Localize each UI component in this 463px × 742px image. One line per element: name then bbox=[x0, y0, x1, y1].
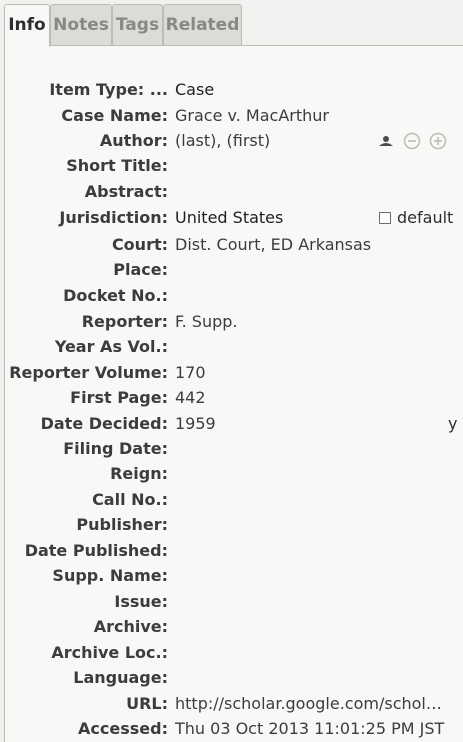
field-label-url[interactable]: URL: bbox=[5, 691, 168, 716]
field-row-jurisdiction: Jurisdiction: United States default bbox=[5, 205, 460, 230]
field-label-case-name: Case Name: bbox=[61, 106, 168, 125]
field-label-archive: Archive: bbox=[93, 617, 168, 636]
field-row-date-published: Date Published: bbox=[5, 538, 460, 563]
field-label-archive-loc: Archive Loc.: bbox=[51, 643, 168, 662]
field-label-accessed: Accessed: bbox=[78, 719, 168, 738]
field-row-archive: Archive: bbox=[5, 614, 460, 639]
field-row-short-title: Short Title: bbox=[5, 153, 460, 178]
field-value-court[interactable]: Dist. Court, ED Arkansas bbox=[175, 232, 371, 257]
field-row-reporter: Reporter: F. Supp. bbox=[5, 309, 460, 334]
field-row-court: Court: Dist. Court, ED Arkansas bbox=[5, 232, 460, 257]
field-label-jurisdiction: Jurisdiction: bbox=[59, 208, 168, 227]
field-value-jurisdiction[interactable]: United States bbox=[175, 205, 283, 230]
tab-notes[interactable]: Notes bbox=[50, 4, 112, 46]
field-label-year-as-vol: Year As Vol.: bbox=[54, 337, 168, 356]
field-label-abstract: Abstract: bbox=[84, 182, 168, 201]
field-label-supp-name: Supp. Name: bbox=[52, 566, 168, 585]
field-value-first-page[interactable]: 442 bbox=[175, 385, 206, 410]
field-row-publisher: Publisher: bbox=[5, 512, 460, 537]
field-row-language: Language: bbox=[5, 665, 460, 690]
tab-tags[interactable]: Tags bbox=[112, 4, 163, 46]
field-label-court: Court: bbox=[111, 235, 168, 254]
field-row-date-decided: Date Decided: 1959 y bbox=[5, 411, 460, 436]
field-row-case-name: Case Name: Grace v. MacArthur bbox=[5, 103, 460, 128]
field-row-accessed: Accessed: Thu 03 Oct 2013 11:01:25 PM JS… bbox=[5, 716, 460, 741]
field-row-reign: Reign: bbox=[5, 461, 460, 486]
info-panel: Item Type: ... Case Case Name: Grace v. … bbox=[4, 45, 463, 742]
jurisdiction-default-toggle[interactable]: default bbox=[379, 205, 453, 230]
author-controls bbox=[377, 132, 447, 150]
field-label-call-no: Call No.: bbox=[92, 490, 168, 509]
field-value-accessed[interactable]: Thu 03 Oct 2013 11:01:25 PM JST bbox=[175, 716, 457, 741]
tab-info[interactable]: Info bbox=[4, 4, 50, 47]
tab-related[interactable]: Related bbox=[163, 4, 242, 46]
field-value-url[interactable]: http://scholar.google.com/schol… bbox=[175, 691, 447, 716]
field-row-filing-date: Filing Date: bbox=[5, 436, 460, 461]
plus-circle-icon[interactable] bbox=[429, 132, 447, 150]
field-label-date-decided: Date Decided: bbox=[40, 414, 168, 433]
field-value-item-type[interactable]: Case bbox=[175, 77, 214, 102]
field-value-date-decided[interactable]: 1959 bbox=[175, 411, 216, 436]
field-row-item-type: Item Type: ... Case bbox=[5, 77, 460, 102]
field-row-call-no: Call No.: bbox=[5, 487, 460, 512]
field-value-author[interactable]: (last), (first) bbox=[175, 128, 270, 153]
field-row-place: Place: bbox=[5, 257, 460, 282]
tab-bar: Info Notes Tags Related bbox=[0, 0, 463, 47]
field-row-reporter-volume: Reporter Volume: 170 bbox=[5, 360, 460, 385]
field-row-first-page: First Page: 442 bbox=[5, 385, 460, 410]
field-label-author[interactable]: Author: bbox=[5, 128, 168, 153]
field-label-short-title: Short Title: bbox=[66, 156, 168, 175]
field-row-url: URL: http://scholar.google.com/schol… bbox=[5, 691, 460, 716]
field-row-archive-loc: Archive Loc.: bbox=[5, 640, 460, 665]
field-value-reporter-volume[interactable]: 170 bbox=[175, 360, 206, 385]
minus-circle-icon[interactable] bbox=[403, 132, 421, 150]
default-checkbox-label: default bbox=[397, 208, 454, 227]
field-label-issue: Issue: bbox=[114, 592, 168, 611]
field-row-abstract: Abstract: bbox=[5, 179, 460, 204]
field-row-docket-no: Docket No.: bbox=[5, 283, 460, 308]
field-value-case-name[interactable]: Grace v. MacArthur bbox=[175, 103, 329, 128]
field-label-reign: Reign: bbox=[110, 464, 168, 483]
field-value-reporter[interactable]: F. Supp. bbox=[175, 309, 238, 334]
field-row-issue: Issue: bbox=[5, 589, 460, 614]
field-label-publisher: Publisher: bbox=[76, 515, 168, 534]
date-format-indicator: y bbox=[448, 414, 458, 433]
field-row-supp-name: Supp. Name: bbox=[5, 563, 460, 588]
field-label-first-page: First Page: bbox=[70, 388, 168, 407]
default-checkbox[interactable] bbox=[379, 211, 391, 224]
field-row-author: Author: (last), (first) bbox=[5, 128, 460, 153]
field-label-reporter: Reporter: bbox=[81, 312, 168, 331]
field-label-place: Place: bbox=[113, 260, 168, 279]
field-label-docket-no: Docket No.: bbox=[63, 286, 168, 305]
person-icon[interactable] bbox=[377, 132, 395, 150]
field-row-year-as-vol: Year As Vol.: bbox=[5, 334, 460, 359]
field-label-filing-date: Filing Date: bbox=[63, 439, 168, 458]
field-label-date-published: Date Published: bbox=[24, 541, 168, 560]
field-label-reporter-volume: Reporter Volume: bbox=[9, 363, 168, 382]
field-label-language: Language: bbox=[73, 668, 168, 687]
field-label-item-type[interactable]: Item Type: ... bbox=[5, 77, 168, 102]
